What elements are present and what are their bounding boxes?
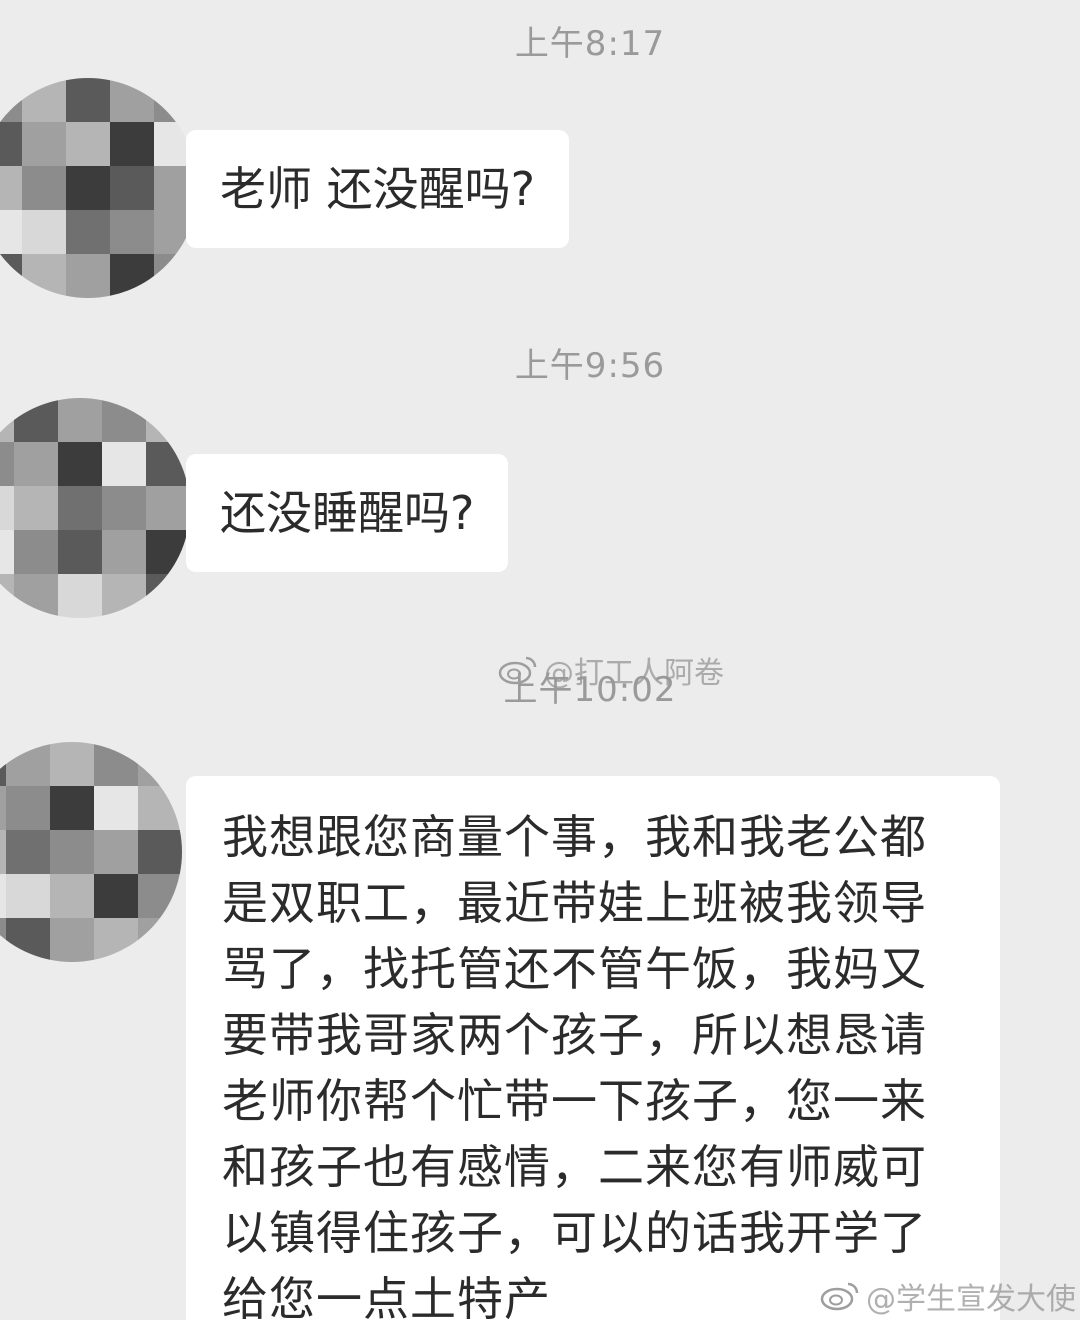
message-line: 我想跟您商量个事，我和我老公都 [222, 810, 927, 864]
message-text: 还没睡醒吗? [220, 486, 475, 540]
avatar-pixel [94, 918, 138, 962]
avatar-pixel [14, 486, 58, 530]
avatar-pixel [58, 530, 102, 574]
avatar-pixel [94, 786, 138, 830]
avatar-pixel [0, 78, 22, 122]
watermark-text: @打工人阿卷 [544, 656, 724, 691]
message-line: 要带我哥家两个孩子，所以想恳请 [222, 1008, 927, 1062]
avatar-pixel [146, 530, 190, 574]
avatar-pixel [146, 398, 190, 442]
avatar-pixel [146, 486, 190, 530]
timestamp: 上午8:17 [514, 24, 666, 64]
avatar-pixel [6, 918, 50, 962]
avatar-pixel [6, 830, 50, 874]
avatar-pixel [110, 166, 154, 210]
message-line: 老师你帮个忙带一下孩子，您一来 [222, 1074, 927, 1128]
avatar-pixel [0, 442, 14, 486]
avatar-pixel [50, 742, 94, 786]
avatar-pixel [22, 78, 66, 122]
avatar-pixel [22, 210, 66, 254]
avatar-pixel [50, 918, 94, 962]
message-bubble[interactable]: 我想跟您商量个事，我和我老公都 是双职工，最近带娃上班被我领导 骂了，找托管还不… [186, 776, 1000, 1320]
avatar-pixel [22, 122, 66, 166]
avatar-pixel [50, 874, 94, 918]
avatar-pixel [94, 874, 138, 918]
avatar-pixel [102, 398, 146, 442]
avatar-pixel [0, 574, 14, 618]
timestamp: 上午9:56 [514, 346, 666, 386]
avatar-pixel [138, 874, 182, 918]
avatar-pixel [14, 442, 58, 486]
sender-avatar[interactable] [0, 78, 198, 298]
avatar-pixel [66, 210, 110, 254]
avatar-pixel [102, 574, 146, 618]
avatar-pixel [110, 254, 154, 298]
avatar-pixel [66, 254, 110, 298]
avatar-pixel [14, 530, 58, 574]
avatar-pixel [66, 122, 110, 166]
avatar-pixel [50, 830, 94, 874]
avatar-pixel [110, 210, 154, 254]
avatar-pixel [14, 574, 58, 618]
avatar-pixel [138, 742, 182, 786]
avatar-pixel [22, 254, 66, 298]
avatar-pixel [50, 786, 94, 830]
avatar-pixel [0, 486, 14, 530]
avatar-pixel [0, 166, 22, 210]
sender-avatar[interactable] [0, 398, 190, 618]
avatar-pixel [0, 254, 22, 298]
avatar-pixel [138, 918, 182, 962]
avatar-pixel [110, 122, 154, 166]
message-line: 和孩子也有感情，二来您有师威可 [222, 1140, 927, 1194]
avatar-pixel [66, 166, 110, 210]
avatar-pixel [58, 486, 102, 530]
avatar-pixel [0, 398, 14, 442]
avatar-pixel [22, 166, 66, 210]
avatar-pixel [154, 78, 198, 122]
avatar-pixel [66, 78, 110, 122]
weibo-icon [498, 656, 537, 685]
weibo-icon [820, 1282, 859, 1311]
avatar-pixel [6, 742, 50, 786]
avatar-pixel [102, 530, 146, 574]
weibo-watermark: @学生宣发大使 [820, 1274, 1076, 1318]
message-bubble[interactable]: 老师 还没醒吗? [186, 130, 570, 248]
message-line: 是双职工，最近带娃上班被我领导 [222, 876, 927, 930]
avatar-pixel [94, 830, 138, 874]
message-line: 以镇得住孩子，可以的话我开学了 [222, 1206, 927, 1260]
chat-window: 上午8:17 老师 还没醒吗? 上午9:56 还没睡醒吗? 上午10:02 @打… [0, 0, 1080, 1320]
sender-avatar[interactable] [0, 742, 182, 962]
avatar-pixel [146, 574, 190, 618]
avatar-pixel [58, 398, 102, 442]
avatar-pixel [58, 574, 102, 618]
avatar-pixel [0, 122, 22, 166]
avatar-pixel [154, 254, 198, 298]
weibo-watermark: @打工人阿卷 [498, 648, 724, 692]
avatar-pixel [0, 210, 22, 254]
avatar-pixel [58, 442, 102, 486]
avatar-pixel [94, 742, 138, 786]
message-line: 骂了，找托管还不管午饭，我妈又 [222, 942, 927, 996]
watermark-text: @学生宣发大使 [866, 1282, 1076, 1317]
avatar-pixel [102, 442, 146, 486]
avatar-pixel [14, 398, 58, 442]
avatar-pixel [138, 830, 182, 874]
message-bubble[interactable]: 还没睡醒吗? [186, 454, 509, 572]
avatar-pixel [146, 442, 190, 486]
avatar-pixel [0, 530, 14, 574]
avatar-pixel [6, 874, 50, 918]
avatar-pixel [102, 486, 146, 530]
avatar-pixel [110, 78, 154, 122]
avatar-pixel [6, 786, 50, 830]
message-text: 老师 还没醒吗? [220, 162, 536, 216]
avatar-pixel [138, 786, 182, 830]
